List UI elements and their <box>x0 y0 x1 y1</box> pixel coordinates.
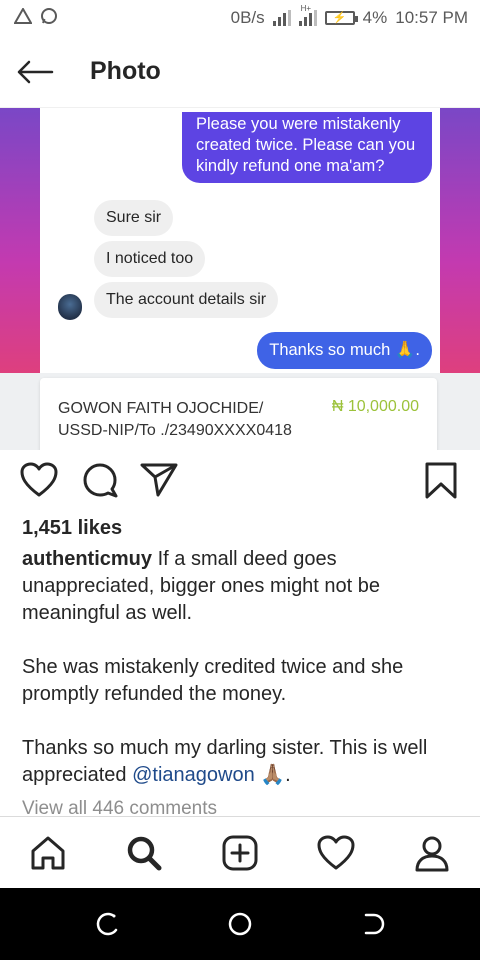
chat-screenshot: Please you were mistakenly created twice… <box>40 108 440 373</box>
mention-link[interactable]: @tianagowon <box>132 764 255 786</box>
incoming-message: Sure sir <box>94 200 174 236</box>
incoming-message: I noticed too <box>94 241 206 277</box>
username-link[interactable]: authenticmuy <box>22 548 152 570</box>
heart-icon[interactable] <box>20 462 58 503</box>
outgoing-message: Please you were mistakenly created twice… <box>182 112 432 183</box>
incoming-message: The account details sir <box>94 282 279 318</box>
battery-charging-icon: ⚡ <box>324 11 358 25</box>
back-button-system[interactable] <box>358 910 386 938</box>
add-post-icon[interactable] <box>218 831 262 875</box>
caption-text: She was mistakenly credited twice and sh… <box>22 656 404 705</box>
back-icon <box>364 913 385 935</box>
data-rate: 0B/s <box>230 8 265 27</box>
transaction-description: GOWON FAITH OJOCHIDE/ USSD-NIP/To ./2349… <box>58 400 292 439</box>
profile-icon[interactable] <box>410 831 454 875</box>
transaction-card: GOWON FAITH OJOCHIDE/ USSD-NIP/To ./2349… <box>40 378 437 450</box>
signal-icon <box>272 10 291 26</box>
recents-button[interactable] <box>94 910 122 938</box>
transaction-amount: ₦ 10,000.00 <box>331 398 419 415</box>
clock: 10:57 PM <box>395 8 468 27</box>
status-bar: 0B/s H+ ⚡ 4% 10:57 PM <box>0 0 480 36</box>
activity-heart-icon[interactable] <box>314 831 358 875</box>
battery-percent: 4% <box>362 8 388 27</box>
like-count[interactable]: 1,451 likes <box>22 517 122 540</box>
post-photo[interactable]: Please you were mistakenly created twice… <box>0 108 480 450</box>
share-icon[interactable] <box>140 462 178 503</box>
home-icon[interactable] <box>26 831 70 875</box>
comment-icon[interactable] <box>82 462 118 503</box>
system-navigation-bar <box>0 888 480 960</box>
home-circle-icon <box>228 912 252 936</box>
avatar <box>58 294 82 320</box>
view-comments-link[interactable]: View all 446 comments <box>22 798 217 818</box>
header: Photo <box>0 36 480 108</box>
bottom-nav <box>0 816 480 888</box>
network-type: H+ <box>300 4 312 13</box>
back-button[interactable] <box>0 36 70 108</box>
whatsapp-icon <box>40 7 58 30</box>
post-actions <box>0 458 480 510</box>
page-title: Photo <box>90 57 161 85</box>
recents-icon <box>96 912 118 936</box>
home-button[interactable] <box>226 910 254 938</box>
caption-text: 🙏🏽. <box>254 764 291 786</box>
post-caption: authenticmuy If a small deed goes unappr… <box>22 546 462 816</box>
alert-triangle-icon <box>13 6 33 29</box>
bookmark-icon[interactable] <box>424 462 458 505</box>
signal-icon: H+ <box>298 4 317 26</box>
back-arrow-icon <box>17 60 54 83</box>
search-icon[interactable] <box>122 831 166 875</box>
outgoing-message: Thanks so much 🙏. <box>257 332 432 369</box>
